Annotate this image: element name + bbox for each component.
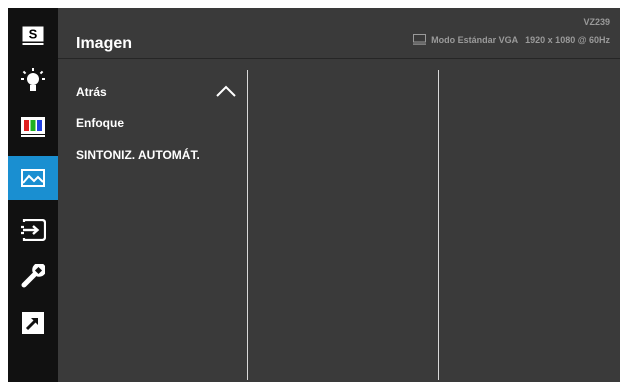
sidebar-item-shortcut[interactable] [8, 301, 58, 345]
menu-item-back[interactable]: Atrás [76, 85, 107, 99]
menu-item-focus[interactable]: Enfoque [76, 116, 124, 130]
status-bar: Modo Estándar VGA 1920 x 1080 @ 60Hz [413, 34, 610, 45]
splendid-icon: S [22, 26, 44, 45]
sidebar-item-color[interactable] [8, 105, 58, 149]
chevron-up-icon[interactable] [215, 85, 237, 97]
sidebar: S [8, 8, 58, 382]
resolution-text: 1920 x 1080 @ 60Hz [525, 34, 610, 45]
splendid-icon-label: S [29, 27, 38, 42]
shortcut-icon [22, 312, 44, 334]
osd-menu: S Imagen VZ239 Modo Estándar VGA 1920 x … [8, 8, 620, 382]
color-icon [21, 117, 45, 137]
main-panel: Imagen VZ239 Modo Estándar VGA 1920 x 10… [58, 8, 620, 382]
input-select-icon [21, 219, 46, 241]
monitor-icon [413, 34, 427, 45]
sidebar-item-system-setup[interactable] [8, 254, 58, 298]
menu-item-auto-adjust[interactable]: SINTONIZ. AUTOMÁT. [76, 148, 200, 162]
page-title: Imagen [76, 35, 133, 52]
sidebar-item-splendid[interactable]: S [8, 14, 58, 58]
sidebar-item-image[interactable] [8, 156, 58, 200]
sidebar-item-brightness[interactable] [8, 59, 58, 103]
brightness-icon [21, 68, 45, 91]
header-divider [58, 58, 620, 59]
system-setup-icon [21, 264, 45, 288]
column-divider-2 [438, 70, 439, 380]
mode-text: Modo Estándar VGA [431, 34, 519, 45]
image-icon [21, 169, 45, 187]
column-divider-1 [247, 70, 248, 380]
model-name: VZ239 [583, 17, 610, 27]
sidebar-item-input-select[interactable] [8, 208, 58, 252]
